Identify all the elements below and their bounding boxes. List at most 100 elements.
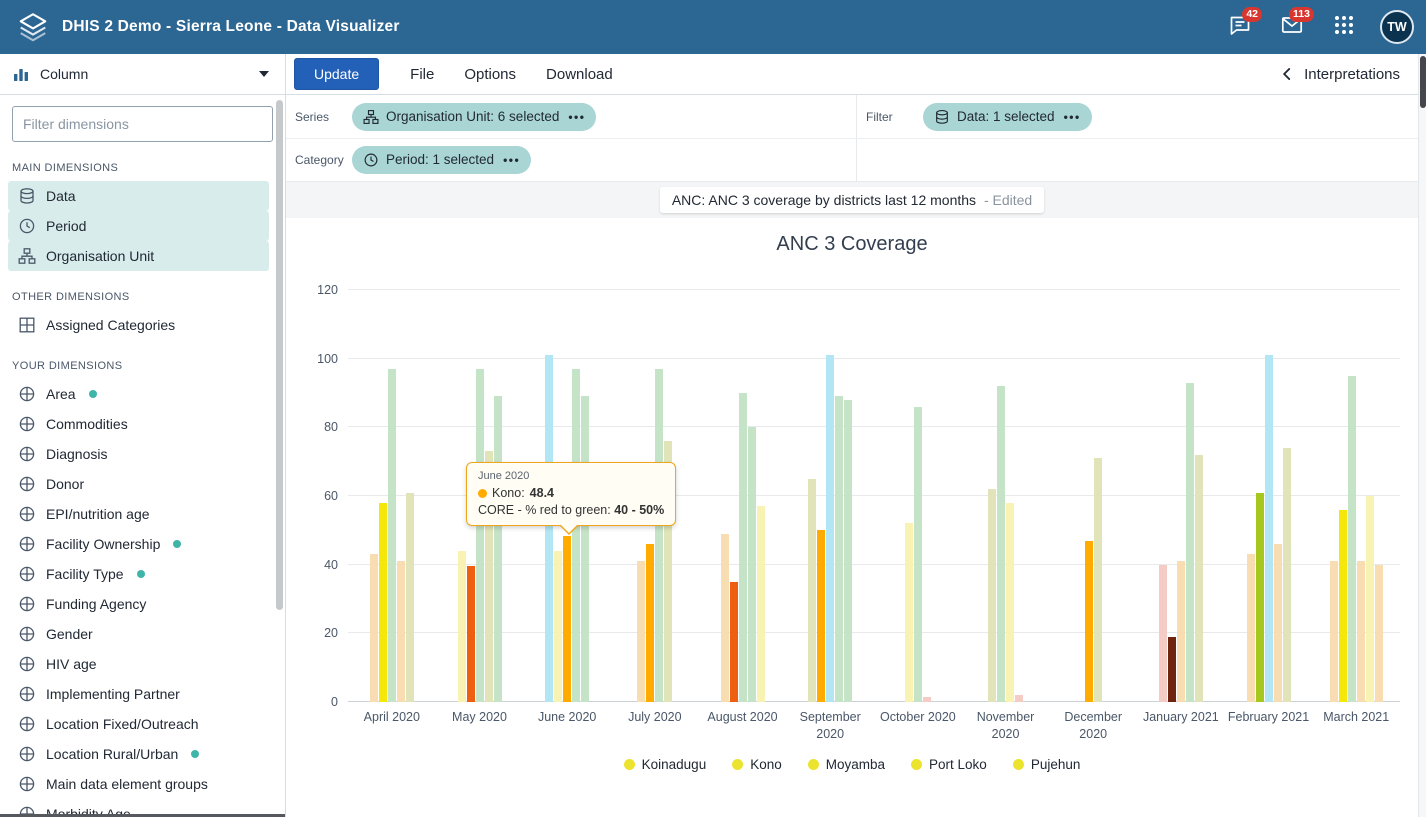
bar[interactable] bbox=[997, 386, 1005, 702]
bar[interactable] bbox=[494, 396, 502, 702]
bar[interactable] bbox=[370, 554, 378, 702]
chip-context-menu-button[interactable]: ••• bbox=[503, 153, 520, 167]
bar[interactable] bbox=[467, 566, 475, 702]
bar[interactable] bbox=[1375, 565, 1383, 702]
bar[interactable] bbox=[554, 551, 562, 702]
chart-type-selector[interactable]: Column bbox=[0, 54, 285, 95]
bar[interactable] bbox=[817, 530, 825, 702]
legend-item-moyamba[interactable]: Moyamba bbox=[808, 757, 885, 772]
dimension-item-organisation-unit[interactable]: Organisation Unit bbox=[8, 241, 269, 271]
messages-button[interactable]: 42 bbox=[1220, 9, 1260, 45]
sidebar-scrollbar[interactable] bbox=[276, 100, 283, 610]
dimension-item-area[interactable]: Area bbox=[8, 379, 269, 409]
interpretations-toggle[interactable]: Interpretations bbox=[1304, 66, 1408, 83]
bar[interactable] bbox=[637, 561, 645, 702]
bar[interactable] bbox=[1274, 544, 1282, 702]
bar[interactable] bbox=[730, 582, 738, 702]
dimension-item-data[interactable]: Data bbox=[8, 181, 269, 211]
dimension-item-period[interactable]: Period bbox=[8, 211, 269, 241]
dimension-item-facility-type[interactable]: Facility Type bbox=[8, 559, 269, 589]
bar[interactable] bbox=[1265, 355, 1273, 702]
dimension-item-location-rural-urban[interactable]: Location Rural/Urban bbox=[8, 739, 269, 769]
bar[interactable] bbox=[914, 407, 922, 702]
apps-menu-button[interactable] bbox=[1324, 9, 1364, 45]
legend-item-pujehun[interactable]: Pujehun bbox=[1013, 757, 1081, 772]
dimension-item-diagnosis[interactable]: Diagnosis bbox=[8, 439, 269, 469]
dimension-item-gender[interactable]: Gender bbox=[8, 619, 269, 649]
bar[interactable] bbox=[844, 400, 852, 702]
user-avatar[interactable]: TW bbox=[1380, 10, 1414, 44]
category-chip-period[interactable]: Period: 1 selected ••• bbox=[352, 146, 531, 174]
filter-chip-data[interactable]: Data: 1 selected ••• bbox=[923, 103, 1092, 131]
chevron-left-icon[interactable] bbox=[1272, 59, 1302, 89]
scrollbar-thumb[interactable] bbox=[1420, 56, 1426, 108]
series-chip-organisation-unit[interactable]: Organisation Unit: 6 selected ••• bbox=[352, 103, 596, 131]
dimension-item-facility-ownership[interactable]: Facility Ownership bbox=[8, 529, 269, 559]
dimension-item-location-fixed-outreach[interactable]: Location Fixed/Outreach bbox=[8, 709, 269, 739]
bar[interactable] bbox=[1186, 383, 1194, 702]
dimension-item-main-data-element-groups[interactable]: Main data element groups bbox=[8, 769, 269, 799]
app-title: DHIS 2 Demo - Sierra Leone - Data Visual… bbox=[62, 18, 400, 36]
update-button[interactable]: Update bbox=[294, 58, 379, 90]
bar[interactable] bbox=[739, 393, 747, 702]
bar[interactable] bbox=[1339, 510, 1347, 702]
bar[interactable] bbox=[485, 451, 493, 702]
bar[interactable] bbox=[1283, 448, 1291, 702]
bar[interactable] bbox=[826, 355, 834, 702]
bar[interactable] bbox=[581, 396, 589, 702]
chip-context-menu-button[interactable]: ••• bbox=[568, 110, 585, 124]
bar[interactable] bbox=[458, 551, 466, 702]
bar[interactable] bbox=[655, 369, 663, 702]
bar[interactable] bbox=[1015, 695, 1023, 702]
bar[interactable] bbox=[1366, 496, 1374, 702]
dimension-item-assigned-categories[interactable]: Assigned Categories bbox=[8, 310, 269, 340]
bar[interactable] bbox=[1357, 561, 1365, 702]
bar[interactable] bbox=[748, 427, 756, 702]
bar[interactable] bbox=[664, 441, 672, 702]
page-scrollbar[interactable] bbox=[1418, 54, 1426, 817]
chip-context-menu-button[interactable]: ••• bbox=[1064, 110, 1081, 124]
bar[interactable] bbox=[1168, 637, 1176, 702]
menu-file[interactable]: File bbox=[395, 57, 449, 92]
bar[interactable] bbox=[646, 544, 654, 702]
bar[interactable] bbox=[721, 534, 729, 702]
legend-item-koinadugu[interactable]: Koinadugu bbox=[624, 757, 707, 772]
menu-options[interactable]: Options bbox=[449, 57, 531, 92]
bar[interactable] bbox=[1094, 458, 1102, 702]
dimension-item-hiv-age[interactable]: HIV age bbox=[8, 649, 269, 679]
filter-dimensions-input[interactable] bbox=[12, 106, 273, 142]
bar[interactable] bbox=[1006, 503, 1014, 702]
legend-item-kono[interactable]: Kono bbox=[732, 757, 782, 772]
bar[interactable] bbox=[545, 355, 553, 702]
bar[interactable] bbox=[572, 369, 580, 702]
dimension-item-funding-agency[interactable]: Funding Agency bbox=[8, 589, 269, 619]
legend-item-port-loko[interactable]: Port Loko bbox=[911, 757, 987, 772]
bar[interactable] bbox=[923, 697, 931, 702]
dhis2-logo[interactable] bbox=[16, 10, 50, 44]
bar[interactable] bbox=[757, 506, 765, 702]
bar[interactable] bbox=[835, 396, 843, 702]
bar[interactable] bbox=[1085, 541, 1093, 702]
bar[interactable] bbox=[808, 479, 816, 702]
bar[interactable] bbox=[1159, 565, 1167, 702]
mail-button[interactable]: 113 bbox=[1272, 9, 1312, 45]
dimension-item-epi-nutrition-age[interactable]: EPI/nutrition age bbox=[8, 499, 269, 529]
bar[interactable] bbox=[476, 369, 484, 702]
bar[interactable] bbox=[406, 493, 414, 702]
dimension-item-implementing-partner[interactable]: Implementing Partner bbox=[8, 679, 269, 709]
bar[interactable] bbox=[1247, 554, 1255, 702]
bar[interactable] bbox=[1256, 493, 1264, 702]
bar[interactable] bbox=[388, 369, 396, 702]
bar[interactable] bbox=[397, 561, 405, 702]
bar[interactable] bbox=[905, 523, 913, 702]
bar[interactable] bbox=[379, 503, 387, 702]
bar[interactable] bbox=[1348, 376, 1356, 702]
menu-download[interactable]: Download bbox=[531, 57, 628, 92]
bar[interactable] bbox=[563, 536, 571, 702]
bar[interactable] bbox=[1177, 561, 1185, 702]
dimension-item-commodities[interactable]: Commodities bbox=[8, 409, 269, 439]
bar[interactable] bbox=[988, 489, 996, 702]
dimension-item-donor[interactable]: Donor bbox=[8, 469, 269, 499]
bar[interactable] bbox=[1330, 561, 1338, 702]
bar[interactable] bbox=[1195, 455, 1203, 702]
